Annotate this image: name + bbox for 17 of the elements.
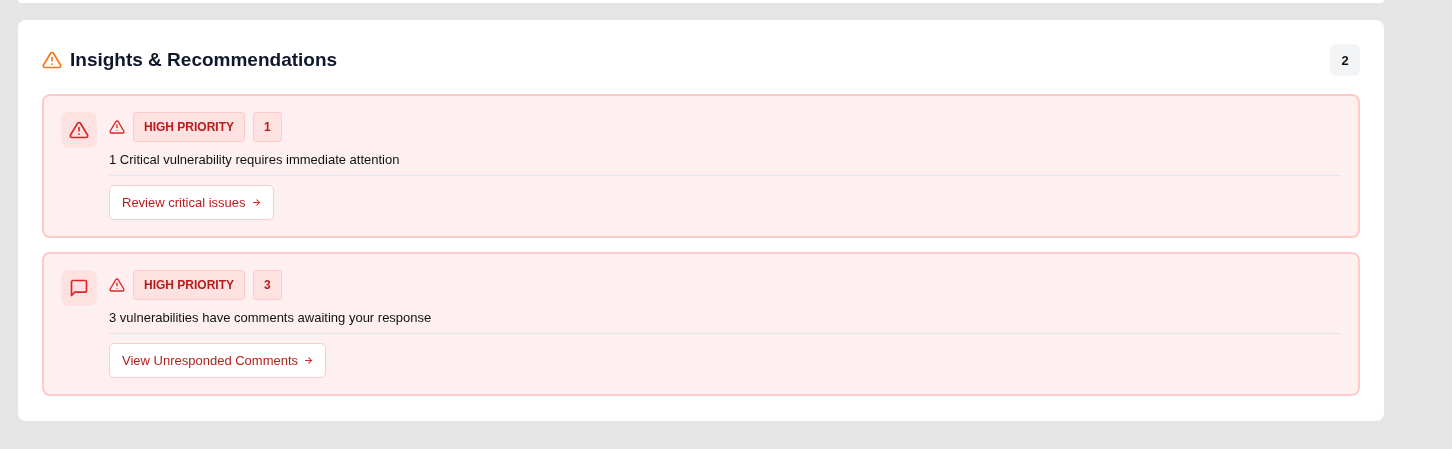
warning-icon (69, 120, 89, 140)
action-button[interactable]: View Unresponded Comments (109, 343, 327, 378)
arrow-icon (251, 198, 261, 207)
warning-icon (109, 277, 125, 293)
chat-bubble-icon (69, 278, 89, 298)
arrow-icon (304, 356, 314, 365)
action-button[interactable]: Review critical issues (109, 185, 274, 220)
insight-count: 2 (1330, 44, 1360, 76)
warning-icon (109, 119, 125, 135)
count-badge: 3 (253, 270, 282, 300)
priority-badge: HIGH PRIORITY (133, 112, 245, 142)
insight-message: 3 vulnerabilities have comments awaiting your response (109, 300, 1341, 334)
panel-title: Insights & Recommendations (70, 49, 338, 71)
insight-message: 1 Critical vulnerability requires immediate attention (109, 142, 1341, 176)
count-badge: 1 (253, 112, 282, 142)
warning-icon (42, 50, 62, 70)
priority-badge: HIGH PRIORITY (133, 270, 245, 300)
